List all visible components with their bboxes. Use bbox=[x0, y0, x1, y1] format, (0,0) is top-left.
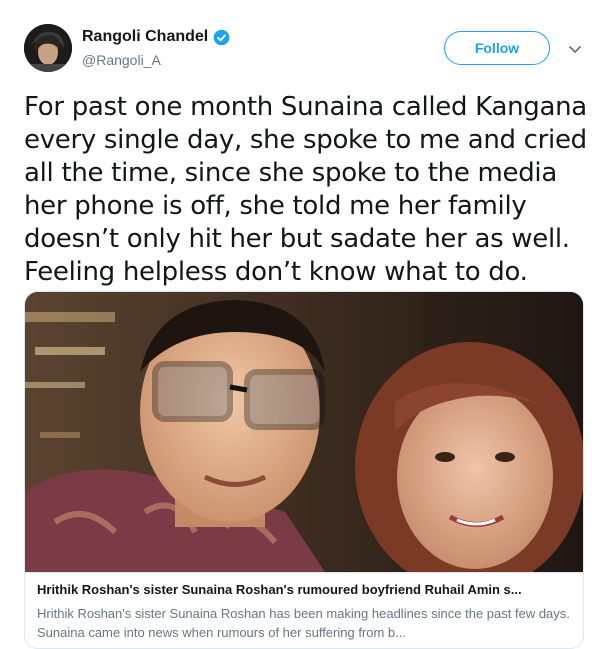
card-body[interactable]: Hrithik Roshan's sister Sunaina Roshan's… bbox=[25, 572, 583, 648]
card-title[interactable]: Hrithik Roshan's sister Sunaina Roshan's… bbox=[37, 582, 571, 597]
user-handle[interactable]: @Rangoli_A bbox=[82, 52, 161, 68]
chevron-down-icon[interactable] bbox=[568, 42, 582, 53]
display-name[interactable]: Rangoli Chandel bbox=[82, 28, 230, 46]
avatar[interactable] bbox=[24, 24, 72, 72]
card-image[interactable] bbox=[25, 292, 583, 572]
verified-badge-icon bbox=[213, 29, 230, 46]
link-card[interactable]: Hrithik Roshan's sister Sunaina Roshan's… bbox=[24, 291, 584, 649]
follow-button[interactable]: Follow bbox=[444, 31, 550, 65]
card-description: Hrithik Roshan's sister Sunaina Roshan h… bbox=[37, 606, 570, 640]
display-name-text[interactable]: Rangoli Chandel bbox=[82, 28, 208, 46]
tweet-text: For past one month Sunaina called Kangan… bbox=[24, 92, 587, 287]
